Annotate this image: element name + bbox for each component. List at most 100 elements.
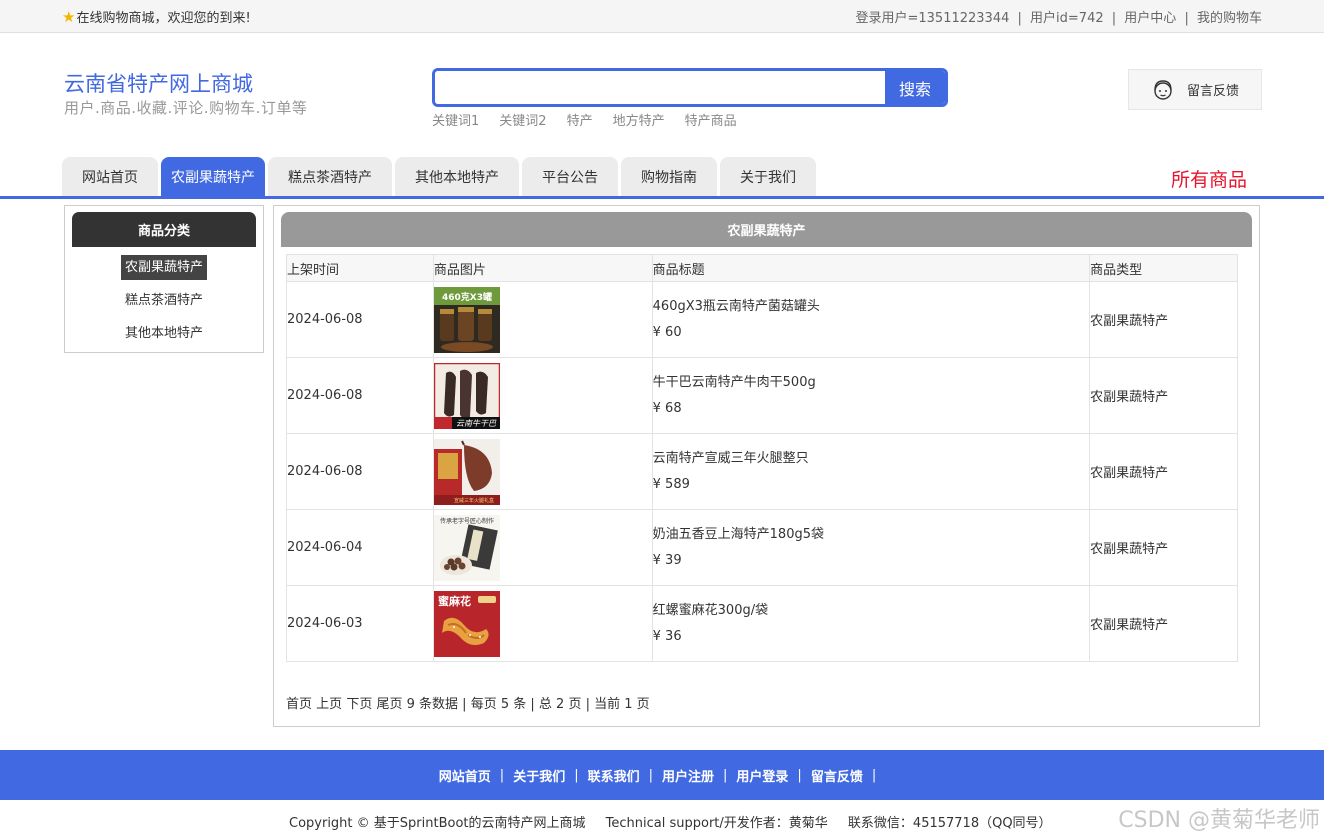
separator: | (1184, 11, 1189, 26)
contact-text: 联系微信：45157718（QQ同号） (847, 816, 1052, 831)
top-bar: ★ 在线购物商城，欢迎您的到来! 登录用户=13511223344 | 用户id… (0, 0, 1324, 33)
pager-prev-link[interactable]: 上页 (316, 697, 342, 712)
sidebar-item-other-local[interactable]: 其他本地特产 (65, 321, 263, 346)
tab-agri-produce[interactable]: 农副果蔬特产 (161, 157, 265, 197)
hotword-link[interactable]: 地方特产 (613, 110, 665, 129)
pager-last-link[interactable]: 尾页 (376, 697, 402, 712)
pager-next-link[interactable]: 下页 (346, 697, 372, 712)
product-panel: 农副果蔬特产 上架时间 商品图片 商品标题 商品类型 2024-06-08 46… (273, 205, 1260, 727)
copyright-info: Copyright © 基于SprintBoot的云南特产网上商城 Techni… (289, 812, 1068, 831)
pager-first-link[interactable]: 首页 (286, 697, 312, 712)
hotword-link[interactable]: 关键词2 (499, 110, 546, 129)
table-header-row: 上架时间 商品图片 商品标题 商品类型 (286, 254, 1238, 282)
welcome-text: 在线购物商城，欢迎您的到来! (76, 11, 251, 26)
product-title-link[interactable]: 云南特产宣威三年火腿整只 (653, 446, 1090, 472)
login-user-text: 登录用户=13511223344 (855, 11, 1010, 26)
product-image-xuanwei-ham[interactable]: 宣威三年火腿礼盒 (433, 438, 500, 505)
product-image-text: 蜜麻花 (438, 594, 471, 608)
product-info: 红螺蜜麻花300g/袋 ¥ 36 (651, 585, 1091, 662)
separator: | (871, 767, 877, 783)
site-subtitle: 用户.商品.收藏.评论.购物车.订单等 (64, 99, 308, 117)
listing-date: 2024-06-04 (286, 509, 434, 586)
image-cell: 460克X3罐 (432, 281, 653, 358)
pager-total: 9 条数据 (406, 697, 459, 712)
product-title-link[interactable]: 红螺蜜麻花300g/袋 (653, 598, 1090, 624)
star-icon: ★ (62, 7, 76, 26)
listing-date: 2024-06-03 (286, 585, 434, 662)
product-type: 农副果蔬特产 (1089, 585, 1238, 662)
table-row: 2024-06-04 传承老字号匠心制作 奶油五香豆上海特产180g5袋 ¥ 3… (286, 509, 1238, 586)
category-sidebar: 商品分类 农副果蔬特产 糕点茶酒特产 其他本地特产 (64, 205, 264, 353)
hotword-list: 关键词1 关键词2 特产 地方特产 特产商品 (432, 110, 737, 129)
feedback-label: 留言反馈 (1187, 84, 1240, 99)
user-links: 登录用户=13511223344 | 用户id=742 | 用户中心 | 我的购… (856, 7, 1263, 26)
tab-announcements[interactable]: 平台公告 (522, 157, 618, 197)
product-image-spiced-beans[interactable]: 传承老字号匠心制作 (433, 514, 500, 581)
sidebar-item-label: 糕点茶酒特产 (124, 293, 203, 308)
product-type: 农副果蔬特产 (1089, 281, 1238, 358)
tab-other-local[interactable]: 其他本地特产 (395, 157, 519, 197)
product-image-text: 传承老字号匠心制作 (440, 517, 494, 525)
sidebar-item-agri-produce[interactable]: 农副果蔬特产 (65, 255, 263, 280)
sidebar-item-label: 农副果蔬特产 (120, 255, 207, 280)
feedback-button[interactable]: 留言反馈 (1128, 69, 1262, 110)
tab-pastry-tea-wine[interactable]: 糕点茶酒特产 (268, 157, 392, 197)
column-header-date: 上架时间 (286, 254, 434, 282)
column-header-image: 商品图片 (432, 254, 653, 282)
footer-link-contact[interactable]: 联系我们 (588, 766, 640, 785)
product-type: 农副果蔬特产 (1089, 433, 1238, 510)
product-title-link[interactable]: 奶油五香豆上海特产180g5袋 (653, 522, 1090, 548)
product-price: ¥ 589 (652, 476, 690, 492)
hotword-link[interactable]: 特产商品 (685, 110, 737, 129)
column-header-type: 商品类型 (1089, 254, 1238, 282)
panel-title: 农副果蔬特产 (281, 212, 1252, 247)
listing-date: 2024-06-08 (286, 357, 434, 434)
footer-link-register[interactable]: 用户注册 (662, 766, 714, 785)
separator: | (648, 767, 653, 783)
listing-date: 2024-06-08 (286, 281, 434, 358)
pager-current: 当前 1 页 (594, 697, 650, 712)
product-image-beef-jerky[interactable]: 云南牛干巴 (433, 362, 500, 429)
site-title[interactable]: 云南省特产网上商城 (64, 68, 253, 98)
separator: | (797, 767, 802, 783)
welcome-message: ★ 在线购物商城，欢迎您的到来! (62, 7, 251, 27)
product-table: 上架时间 商品图片 商品标题 商品类型 2024-06-08 460克X3罐 4… (286, 254, 1238, 662)
footer-link-login[interactable]: 用户登录 (736, 766, 788, 785)
copyright-text: Copyright © 基于SprintBoot的云南特产网上商城 (289, 816, 586, 831)
product-title-link[interactable]: 牛干巴云南特产牛肉干500g (653, 370, 1090, 396)
product-image-honey-twists[interactable]: 蜜麻花 (433, 590, 500, 657)
search-input[interactable] (435, 71, 885, 104)
watermark: CSDN @黄菊华老师 (1118, 808, 1320, 833)
pager-pages: 总 2 页 (538, 697, 582, 712)
image-cell: 宣威三年火腿礼盒 (432, 433, 653, 510)
product-title-link[interactable]: 460gX3瓶云南特产菌菇罐头 (653, 294, 1090, 320)
customer-service-icon (1154, 79, 1172, 100)
table-row: 2024-06-03 蜜麻花 红螺蜜麻花300g/袋 ¥ 36 农副果蔬特产 (286, 585, 1238, 662)
tab-shopping-guide[interactable]: 购物指南 (621, 157, 717, 197)
product-image-mushroom-jars[interactable]: 460克X3罐 (433, 286, 500, 353)
product-price: ¥ 68 (652, 400, 682, 416)
search-button[interactable]: 搜索 (885, 71, 945, 104)
tab-home[interactable]: 网站首页 (62, 157, 158, 197)
separator: | (574, 767, 579, 783)
product-image-text: 460克X3罐 (442, 291, 492, 303)
product-info: 460gX3瓶云南特产菌菇罐头 ¥ 60 (651, 281, 1091, 358)
user-center-link[interactable]: 用户中心 (1124, 11, 1176, 26)
sidebar-item-pastry-tea-wine[interactable]: 糕点茶酒特产 (65, 288, 263, 313)
tab-about-us[interactable]: 关于我们 (720, 157, 816, 197)
main-nav: 网站首页 农副果蔬特产 糕点茶酒特产 其他本地特产 平台公告 购物指南 关于我们 (62, 157, 816, 197)
product-info: 奶油五香豆上海特产180g5袋 ¥ 39 (651, 509, 1091, 586)
footer-link-feedback[interactable]: 留言反馈 (811, 766, 863, 785)
footer-link-home[interactable]: 网站首页 (439, 766, 491, 785)
hotword-link[interactable]: 关键词1 (432, 110, 479, 129)
search-bar: 搜索 (432, 68, 948, 107)
my-cart-link[interactable]: 我的购物车 (1197, 11, 1262, 26)
separator: | (585, 697, 590, 712)
footer-link-about[interactable]: 关于我们 (513, 766, 565, 785)
product-image-text: 宣威三年火腿礼盒 (454, 497, 494, 504)
table-row: 2024-06-08 云南牛干巴 牛干巴云南特产牛肉干500g ¥ 68 农副果… (286, 357, 1238, 434)
hotword-link[interactable]: 特产 (567, 110, 593, 129)
product-price: ¥ 60 (652, 324, 682, 340)
all-goods-link[interactable]: 所有商品 (1171, 165, 1247, 192)
product-price: ¥ 36 (652, 628, 682, 644)
